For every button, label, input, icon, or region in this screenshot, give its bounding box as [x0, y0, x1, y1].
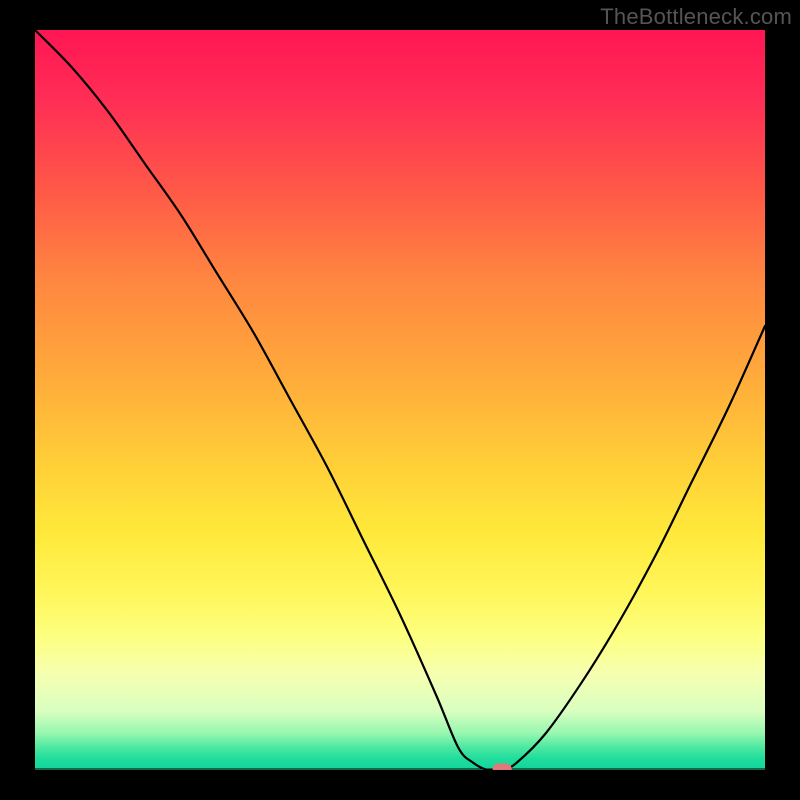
attribution-text: TheBottleneck.com [600, 4, 792, 30]
plot-area [35, 30, 765, 770]
curve-layer [35, 30, 765, 770]
optimal-marker [493, 764, 511, 770]
chart-stage: TheBottleneck.com [0, 0, 800, 800]
bottleneck-curve [35, 30, 765, 770]
